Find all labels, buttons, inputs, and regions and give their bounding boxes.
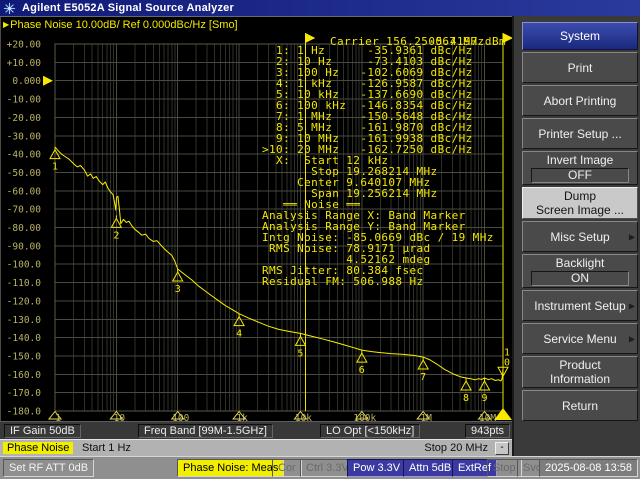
active-trace-chip[interactable]: Phase Noise: [3, 442, 73, 454]
y-tick-label: -110.0: [7, 278, 42, 289]
y-tick-label: -150.0: [7, 351, 42, 362]
reference-level-arrow-icon: [43, 76, 53, 86]
statusbar-attn-5db: Attn 5dB: [403, 459, 457, 477]
softkey-printer-setup[interactable]: Printer Setup ...: [522, 118, 638, 149]
statusbar-2025-08-08-13-58: 2025-08-08 13:58: [539, 459, 638, 477]
y-tick-label: +10.00: [7, 58, 42, 69]
marker-readout-table: 1: 1 Hz -35.9361 dBc/Hz 2: 10 Hz -73.410…: [262, 45, 494, 287]
status-field-if-gain-50db: IF Gain 50dB: [4, 424, 81, 438]
softkey-label: Abort Printing: [544, 94, 617, 108]
softkey-label: Product: [559, 358, 600, 372]
marker-7-number: 7: [420, 372, 426, 383]
status-field-freq-band-99m-1-5ghz: Freq Band [99M-1.5GHz]: [138, 424, 273, 438]
trace-header[interactable]: ▶Phase Noise 10.00dB/ Ref 0.000dBc/Hz [S…: [3, 19, 238, 31]
softkey-label: Print: [568, 61, 593, 75]
y-tick-label: 0.000: [12, 76, 41, 87]
y-tick-label: -10.00: [7, 95, 42, 106]
marker-2-number: 2: [113, 230, 119, 241]
marker-8-number: 8: [463, 393, 469, 404]
softkey-state-value: ON: [531, 271, 629, 286]
instrument-screen: Agilent E5052A Signal Source Analyzer +2…: [0, 0, 640, 479]
softkey-misc-setup[interactable]: Misc Setup ▶: [522, 221, 638, 252]
softkey-abort-printing[interactable]: Abort Printing: [522, 85, 638, 116]
y-tick-label: -160.0: [7, 370, 42, 381]
measurement-display: +20.00 +10.00 0.000 -10.00 -20.00 -30.00 -40.0…: [0, 16, 512, 456]
statusbar-pow-3-3v: Pow 3.3V: [347, 459, 406, 477]
y-tick-label: -30.00: [7, 131, 42, 142]
y-tick-label: -180.0: [7, 407, 42, 418]
softkey-label: Backlight: [556, 256, 605, 270]
trace-pointer-icon: ▶: [3, 20, 9, 29]
y-tick-label: -20.00: [7, 113, 42, 124]
trace-header-label: Phase Noise 10.00dB/ Ref 0.000dBc/Hz [Sm…: [10, 19, 237, 31]
softkey-label: Dump: [564, 189, 596, 203]
marker-9-number: 9: [482, 393, 488, 404]
softkey-label: Invert Image: [547, 153, 614, 167]
marker-4-number: 4: [236, 329, 242, 340]
marker-1-number: 1: [52, 162, 58, 173]
band-marker-flag-icon: [305, 33, 315, 43]
sweep-start-label: Start 1 Hz: [82, 442, 131, 454]
y-tick-label: -40.00: [7, 150, 42, 161]
sweep-status-bar: Phase Noise Start 1 Hz Stop 20 MHz -: [0, 439, 512, 457]
title-bar: Agilent E5052A Signal Source Analyzer: [0, 0, 640, 16]
softkey-instrument-setup[interactable]: Instrument Setup ▶: [522, 290, 638, 321]
softkey-state-value: OFF: [531, 168, 629, 183]
softkey-invert-image[interactable]: Invert ImageOFF: [522, 151, 638, 185]
statusbar-cor: Cor: [272, 459, 302, 477]
softkey-label: Service Menu: [543, 332, 616, 346]
statusbar-set-rf-att-0db[interactable]: Set RF ATT 0dB: [3, 459, 94, 477]
y-tick-label: -80.00: [7, 223, 42, 234]
softkey-return[interactable]: Return: [522, 390, 638, 421]
softkey-label: Misc Setup: [550, 230, 609, 244]
y-tick-label: -120.0: [7, 296, 42, 307]
y-tick-label: -170.0: [7, 388, 42, 399]
softkey-print[interactable]: Print: [522, 52, 638, 83]
softkey-dump-screen-image[interactable]: DumpScreen Image ...: [522, 187, 638, 219]
collapse-button[interactable]: -: [495, 442, 509, 455]
marker-6-number: 6: [359, 365, 365, 376]
sweep-stop-label: Stop 20 MHz: [424, 442, 488, 454]
system-status-bar: Set RF ATT 0dBPhase Noise: MeasCorCtrl 3…: [0, 456, 640, 479]
marker-3-number: 3: [175, 284, 181, 295]
marker-10-number: 0: [504, 357, 510, 368]
softkey-menu: System Print Abort Printing Printer Setup …: [512, 16, 640, 456]
y-tick-label: -50.00: [7, 168, 42, 179]
submenu-arrow-icon: ▶: [629, 232, 635, 241]
statusbar-phase-noise-meas[interactable]: Phase Noise: Meas: [177, 459, 284, 477]
softkey-label: Return: [562, 399, 598, 413]
softkey-label: Screen Image ...: [536, 203, 624, 217]
agilent-spark-icon: [3, 2, 16, 15]
softkey-label: Instrument Setup: [534, 299, 625, 313]
softkey-label: Information: [550, 372, 610, 386]
y-tick-label: +20.00: [7, 40, 42, 51]
status-field-943pts: 943pts: [465, 424, 510, 438]
status-field-lo-opt-150khz: LO Opt [<150kHz]: [320, 424, 420, 438]
window-title: Agilent E5052A Signal Source Analyzer: [22, 2, 234, 14]
y-tick-label: -60.00: [7, 186, 42, 197]
submenu-arrow-icon: ▶: [629, 301, 635, 310]
y-tick-label: -140.0: [7, 333, 42, 344]
y-tick-label: -100.0: [7, 260, 42, 271]
y-tick-label: -90.00: [7, 241, 42, 252]
softkey-product-information[interactable]: ProductInformation: [522, 356, 638, 388]
hardware-status-bar: IF Gain 50dB Freq Band [99M-1.5GHz] LO Opt…: [0, 421, 512, 440]
softkey-menu-title: System: [522, 22, 638, 50]
softkey-label: Printer Setup ...: [538, 127, 621, 141]
softkey-service-menu[interactable]: Service Menu ▶: [522, 323, 638, 354]
submenu-arrow-icon: ▶: [629, 334, 635, 343]
marker-5-number: 5: [297, 348, 303, 359]
softkey-backlight[interactable]: BacklightON: [522, 254, 638, 288]
y-tick-label: -70.00: [7, 205, 42, 216]
y-tick-label: -130.0: [7, 315, 42, 326]
